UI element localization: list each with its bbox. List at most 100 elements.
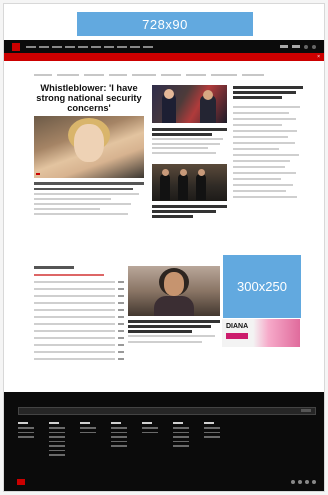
header-link[interactable] xyxy=(292,45,300,48)
right-title-line[interactable] xyxy=(233,86,303,89)
main-headline[interactable]: Whistleblower: 'I have strong national s… xyxy=(34,83,144,113)
footer-link[interactable] xyxy=(111,440,127,442)
menu-icon[interactable] xyxy=(312,44,316,49)
footer-link[interactable] xyxy=(142,431,158,433)
headline-link[interactable] xyxy=(233,172,296,174)
diana-ad[interactable]: DIANA xyxy=(222,319,300,347)
top-ad-banner[interactable]: 728x90 xyxy=(77,12,253,36)
social-icon[interactable] xyxy=(305,480,309,484)
nav-item[interactable] xyxy=(130,45,140,48)
headline-link[interactable] xyxy=(233,154,299,156)
headline-link[interactable] xyxy=(233,196,298,198)
summary-line[interactable] xyxy=(34,182,144,185)
list-item[interactable] xyxy=(34,280,124,283)
right-title-line[interactable] xyxy=(233,96,282,99)
middle-story-image-1[interactable] xyxy=(152,85,227,123)
footer-column-title[interactable] xyxy=(204,422,214,424)
nav-item[interactable] xyxy=(143,45,153,48)
footer-link[interactable] xyxy=(49,445,65,447)
footer-column-title[interactable] xyxy=(173,422,183,424)
footer-column-title[interactable] xyxy=(142,422,152,424)
subnav-item[interactable] xyxy=(211,74,237,76)
nav-item[interactable] xyxy=(39,45,49,48)
footer-link[interactable] xyxy=(18,427,34,429)
headline-link[interactable] xyxy=(233,142,295,144)
footer-link[interactable] xyxy=(49,454,65,456)
search-icon[interactable] xyxy=(304,44,308,49)
headline-link[interactable] xyxy=(233,184,294,186)
nav-item[interactable] xyxy=(104,45,114,48)
list-item[interactable] xyxy=(34,294,124,297)
footer-link[interactable] xyxy=(18,436,34,438)
list-item[interactable] xyxy=(34,308,124,311)
headline-link[interactable] xyxy=(233,160,291,162)
subnav-item[interactable] xyxy=(84,74,104,76)
breaking-link[interactable] xyxy=(34,273,104,276)
headline-link[interactable] xyxy=(233,190,287,192)
footer-link[interactable] xyxy=(173,440,189,442)
footer-link[interactable] xyxy=(173,445,189,447)
headline-link[interactable] xyxy=(233,178,281,180)
footer-link[interactable] xyxy=(142,427,158,429)
headline-link[interactable] xyxy=(233,112,289,114)
footer-link[interactable] xyxy=(49,431,65,433)
nav-item[interactable] xyxy=(78,45,88,48)
list-item[interactable] xyxy=(34,287,124,290)
headline-link[interactable] xyxy=(233,136,288,138)
list-item[interactable] xyxy=(34,322,124,325)
list-item[interactable] xyxy=(34,329,124,332)
subnav-item[interactable] xyxy=(186,74,206,76)
headline-link[interactable] xyxy=(233,148,279,150)
footer-link[interactable] xyxy=(49,449,65,451)
list-item[interactable] xyxy=(34,357,124,360)
footer-column-title[interactable] xyxy=(49,422,59,424)
footer-link[interactable] xyxy=(173,431,189,433)
nav-item[interactable] xyxy=(52,45,62,48)
list-item[interactable] xyxy=(34,350,124,353)
social-icon[interactable] xyxy=(291,480,295,484)
subnav-item[interactable] xyxy=(109,74,127,76)
footer-link[interactable] xyxy=(18,431,34,433)
search-button[interactable] xyxy=(301,409,311,412)
story-title-line[interactable] xyxy=(152,215,194,218)
headline-link[interactable] xyxy=(233,118,296,120)
list-item[interactable] xyxy=(34,301,124,304)
main-story-image[interactable] xyxy=(34,116,144,178)
headline-link[interactable] xyxy=(233,106,300,108)
right-title-line[interactable] xyxy=(233,91,296,94)
story-line[interactable] xyxy=(152,138,224,140)
footer-link[interactable] xyxy=(49,440,65,442)
story-title-line[interactable] xyxy=(152,128,227,131)
list-item[interactable] xyxy=(34,336,124,339)
footer-link[interactable] xyxy=(49,427,65,429)
footer-logo-icon[interactable] xyxy=(17,479,25,485)
subnav-item[interactable] xyxy=(242,74,264,76)
story-title-line[interactable] xyxy=(152,210,216,213)
footer-link[interactable] xyxy=(111,436,127,438)
nav-item[interactable] xyxy=(65,45,75,48)
nav-item[interactable] xyxy=(117,45,127,48)
footer-link[interactable] xyxy=(204,427,220,429)
video-title-line[interactable] xyxy=(128,325,211,328)
story-title-line[interactable] xyxy=(152,205,227,208)
subnav-item[interactable] xyxy=(57,74,79,76)
footer-link[interactable] xyxy=(111,445,127,447)
nav-item[interactable] xyxy=(26,45,36,48)
footer-column-title[interactable] xyxy=(80,422,90,424)
header-link[interactable] xyxy=(280,45,288,48)
story-line[interactable] xyxy=(152,151,216,154)
social-icon[interactable] xyxy=(312,480,316,484)
story-line[interactable] xyxy=(152,142,220,145)
story-line[interactable] xyxy=(152,147,209,149)
list-item[interactable] xyxy=(34,343,124,346)
footer-link[interactable] xyxy=(204,431,220,433)
social-icon[interactable] xyxy=(298,480,302,484)
headline-link[interactable] xyxy=(233,166,285,168)
subnav-item[interactable] xyxy=(132,74,156,76)
footer-link[interactable] xyxy=(49,436,65,438)
footer-link[interactable] xyxy=(173,427,189,429)
side-ad-banner[interactable]: 300x250 xyxy=(223,255,301,318)
story-title-line[interactable] xyxy=(152,133,212,136)
summary-line[interactable] xyxy=(34,187,133,190)
footer-link[interactable] xyxy=(204,436,220,438)
